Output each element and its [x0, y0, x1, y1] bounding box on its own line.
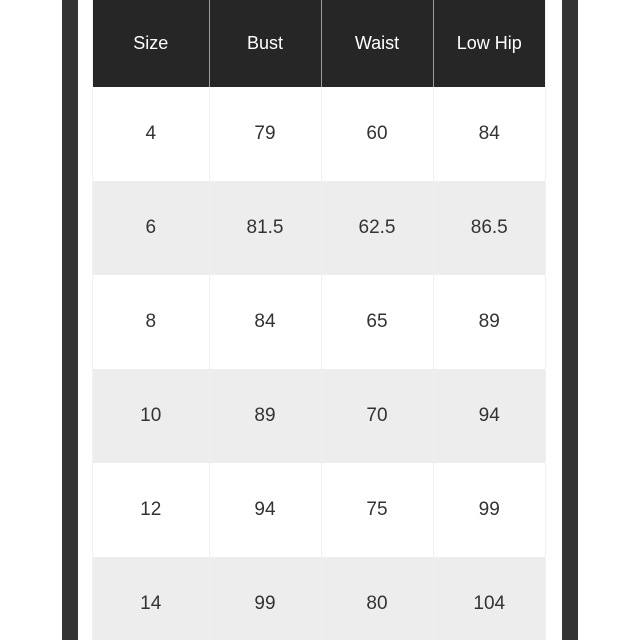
cell-size: 8 — [93, 275, 210, 369]
cell-hip: 89 — [433, 275, 545, 369]
size-chart-container: Size Bust Waist Low Hip 4 79 60 84 6 81.… — [92, 0, 546, 640]
size-chart-page: Size Bust Waist Low Hip 4 79 60 84 6 81.… — [0, 0, 640, 640]
cell-size: 14 — [93, 557, 210, 640]
cell-waist: 60 — [321, 87, 434, 181]
cell-waist: 62.5 — [321, 181, 434, 275]
table-row: 4 79 60 84 — [93, 87, 545, 181]
cell-hip: 86.5 — [433, 181, 545, 275]
cell-hip: 99 — [433, 463, 545, 557]
cell-bust: 81.5 — [209, 181, 322, 275]
cell-waist: 75 — [321, 463, 434, 557]
table-row: 12 94 75 99 — [93, 463, 545, 557]
cell-hip: 94 — [433, 369, 545, 463]
cell-size: 10 — [93, 369, 210, 463]
table-header: Size Bust Waist Low Hip — [93, 0, 545, 87]
right-frame-bar — [562, 0, 578, 640]
cell-bust: 84 — [209, 275, 322, 369]
cell-size: 12 — [93, 463, 210, 557]
table-row: 8 84 65 89 — [93, 275, 545, 369]
size-chart-table: Size Bust Waist Low Hip 4 79 60 84 6 81.… — [93, 0, 545, 640]
table-body: 4 79 60 84 6 81.5 62.5 86.5 8 84 65 89 1… — [93, 87, 545, 640]
column-header-waist: Waist — [321, 0, 434, 87]
cell-bust: 99 — [209, 557, 322, 640]
column-header-hip: Low Hip — [433, 0, 545, 87]
table-row: 14 99 80 104 — [93, 557, 545, 640]
column-header-size: Size — [93, 0, 210, 87]
cell-bust: 94 — [209, 463, 322, 557]
cell-waist: 65 — [321, 275, 434, 369]
cell-size: 4 — [93, 87, 210, 181]
cell-hip: 104 — [433, 557, 545, 640]
cell-size: 6 — [93, 181, 210, 275]
cell-bust: 79 — [209, 87, 322, 181]
left-frame-bar — [62, 0, 78, 640]
table-row: 10 89 70 94 — [93, 369, 545, 463]
cell-waist: 70 — [321, 369, 434, 463]
header-row: Size Bust Waist Low Hip — [93, 0, 545, 87]
cell-waist: 80 — [321, 557, 434, 640]
table-row: 6 81.5 62.5 86.5 — [93, 181, 545, 275]
cell-bust: 89 — [209, 369, 322, 463]
column-header-bust: Bust — [209, 0, 322, 87]
cell-hip: 84 — [433, 87, 545, 181]
